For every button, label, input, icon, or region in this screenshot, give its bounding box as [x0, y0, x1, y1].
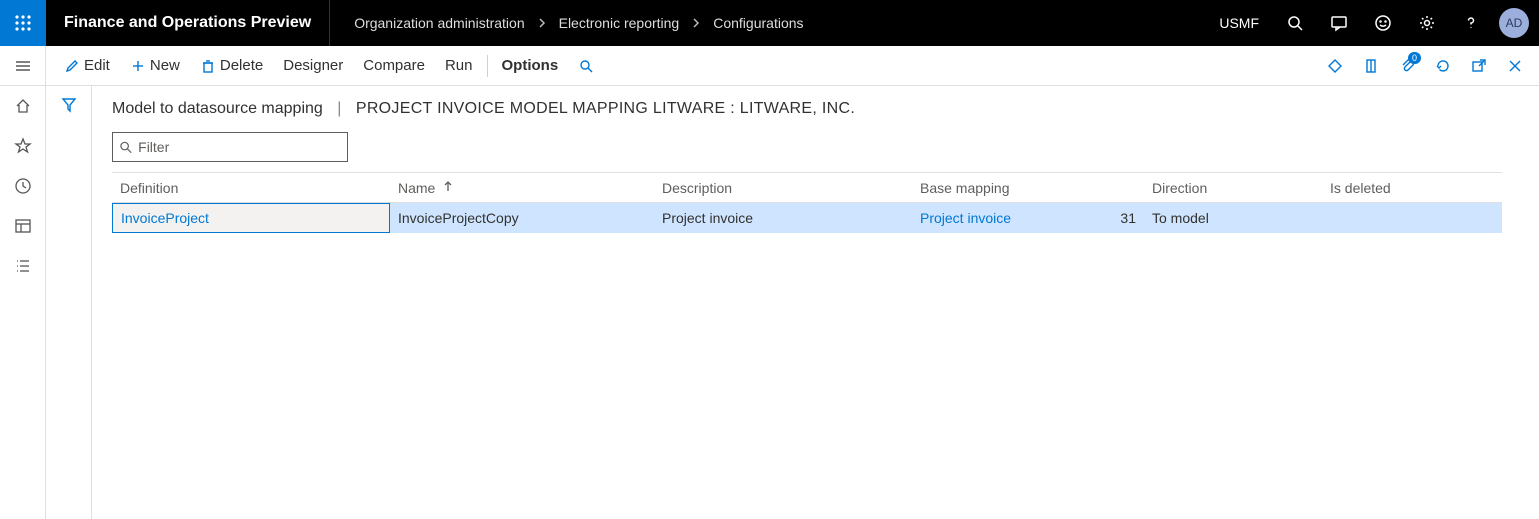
page-content: Model to datasource mapping | PROJECT IN…	[92, 86, 1539, 519]
nav-modules[interactable]	[0, 246, 46, 286]
nav-favorites[interactable]	[0, 126, 46, 166]
divider: |	[327, 100, 351, 117]
col-name-label: Name	[398, 180, 435, 196]
page-header: Model to datasource mapping | PROJECT IN…	[112, 100, 1519, 118]
col-definition[interactable]: Definition	[112, 180, 390, 196]
run-label: Run	[445, 57, 473, 74]
sort-asc-icon	[443, 180, 453, 195]
col-description[interactable]: Description	[654, 180, 912, 196]
funnel-icon	[60, 96, 78, 114]
delete-label: Delete	[220, 57, 263, 74]
office-button[interactable]	[1355, 50, 1387, 82]
cell-name: InvoiceProjectCopy	[390, 210, 654, 226]
mapping-grid: Definition Name Description Base mapping…	[112, 172, 1502, 233]
global-header: Finance and Operations Preview Organizat…	[0, 0, 1539, 46]
gear-icon	[1418, 14, 1436, 32]
options-button[interactable]: Options	[492, 46, 569, 85]
attachments-button[interactable]: 0	[1391, 50, 1423, 82]
breadcrumb-item-configurations[interactable]: Configurations	[713, 15, 803, 31]
designer-label: Designer	[283, 57, 343, 74]
company-picker[interactable]: USMF	[1205, 15, 1273, 31]
search-button[interactable]	[1273, 0, 1317, 46]
filter-pane-toggle[interactable]	[60, 96, 78, 117]
smiley-icon	[1374, 14, 1392, 32]
col-base-mapping[interactable]: Base mapping	[912, 180, 1144, 196]
settings-button[interactable]	[1405, 0, 1449, 46]
page-subtitle: PROJECT INVOICE MODEL MAPPING LITWARE : …	[356, 100, 855, 117]
help-button[interactable]	[1449, 0, 1493, 46]
feedback-button[interactable]	[1361, 0, 1405, 46]
diamond-icon	[1326, 57, 1344, 75]
grid-header-row: Definition Name Description Base mapping…	[112, 173, 1502, 203]
help-icon	[1462, 14, 1480, 32]
nav-recent[interactable]	[0, 166, 46, 206]
cell-base-mapping[interactable]: Project invoice	[912, 210, 1104, 226]
waffle-icon	[14, 14, 32, 32]
run-button[interactable]: Run	[435, 46, 483, 85]
col-is-deleted[interactable]: Is deleted	[1322, 180, 1442, 196]
page-title: Model to datasource mapping	[112, 100, 323, 117]
prism-button[interactable]	[1319, 50, 1351, 82]
chevron-right-icon	[679, 16, 713, 30]
trash-icon	[200, 58, 216, 74]
refresh-icon	[1434, 57, 1452, 75]
hamburger-icon	[14, 57, 32, 75]
quick-filter-input[interactable]	[132, 138, 341, 156]
search-icon	[1286, 14, 1304, 32]
refresh-button[interactable]	[1427, 50, 1459, 82]
cell-direction: To model	[1144, 210, 1322, 226]
edit-label: Edit	[84, 57, 110, 74]
divider	[487, 55, 488, 77]
plus-icon	[130, 58, 146, 74]
action-bar: Edit New Delete Designer Compare Run Opt…	[46, 46, 1539, 86]
cell-base-mapping-number: 31	[1104, 210, 1144, 226]
chat-icon	[1330, 14, 1348, 32]
nav-hamburger[interactable]	[0, 46, 46, 86]
page-search-button[interactable]	[568, 46, 608, 85]
nav-home[interactable]	[0, 86, 46, 126]
home-icon	[14, 97, 32, 115]
cell-definition[interactable]: InvoiceProject	[112, 203, 390, 233]
attachments-count: 0	[1408, 52, 1421, 64]
chevron-right-icon	[525, 16, 559, 30]
filter-pane-toggle-rail	[46, 86, 92, 519]
action-bar-right: 0	[1319, 50, 1531, 82]
search-icon	[119, 140, 132, 154]
edit-icon	[64, 58, 80, 74]
compare-button[interactable]: Compare	[353, 46, 435, 85]
grid-row[interactable]: InvoiceProject InvoiceProjectCopy Projec…	[112, 203, 1502, 233]
nav-workspaces[interactable]	[0, 206, 46, 246]
workspaces-icon	[14, 217, 32, 235]
user-avatar[interactable]: AD	[1499, 8, 1529, 38]
search-icon	[578, 58, 594, 74]
star-icon	[14, 137, 32, 155]
compare-label: Compare	[363, 57, 425, 74]
nav-rail	[0, 46, 46, 519]
app-title: Finance and Operations Preview	[46, 0, 330, 46]
messages-button[interactable]	[1317, 0, 1361, 46]
options-label: Options	[502, 57, 559, 74]
modules-icon	[14, 257, 32, 275]
col-direction[interactable]: Direction	[1144, 180, 1322, 196]
cell-description: Project invoice	[654, 210, 912, 226]
popout-button[interactable]	[1463, 50, 1495, 82]
app-launcher[interactable]	[0, 0, 46, 46]
office-icon	[1362, 57, 1380, 75]
designer-button[interactable]: Designer	[273, 46, 353, 85]
clock-icon	[14, 177, 32, 195]
quick-filter[interactable]	[112, 132, 348, 162]
popout-icon	[1470, 57, 1488, 75]
edit-button[interactable]: Edit	[54, 46, 120, 85]
breadcrumb-item-org-admin[interactable]: Organization administration	[354, 15, 524, 31]
close-button[interactable]	[1499, 50, 1531, 82]
header-right: USMF AD	[1205, 0, 1539, 46]
breadcrumb-item-er[interactable]: Electronic reporting	[559, 15, 680, 31]
delete-button[interactable]: Delete	[190, 46, 273, 85]
close-icon	[1506, 57, 1524, 75]
new-label: New	[150, 57, 180, 74]
new-button[interactable]: New	[120, 46, 190, 85]
col-name[interactable]: Name	[390, 180, 654, 196]
breadcrumb: Organization administration Electronic r…	[330, 0, 803, 46]
